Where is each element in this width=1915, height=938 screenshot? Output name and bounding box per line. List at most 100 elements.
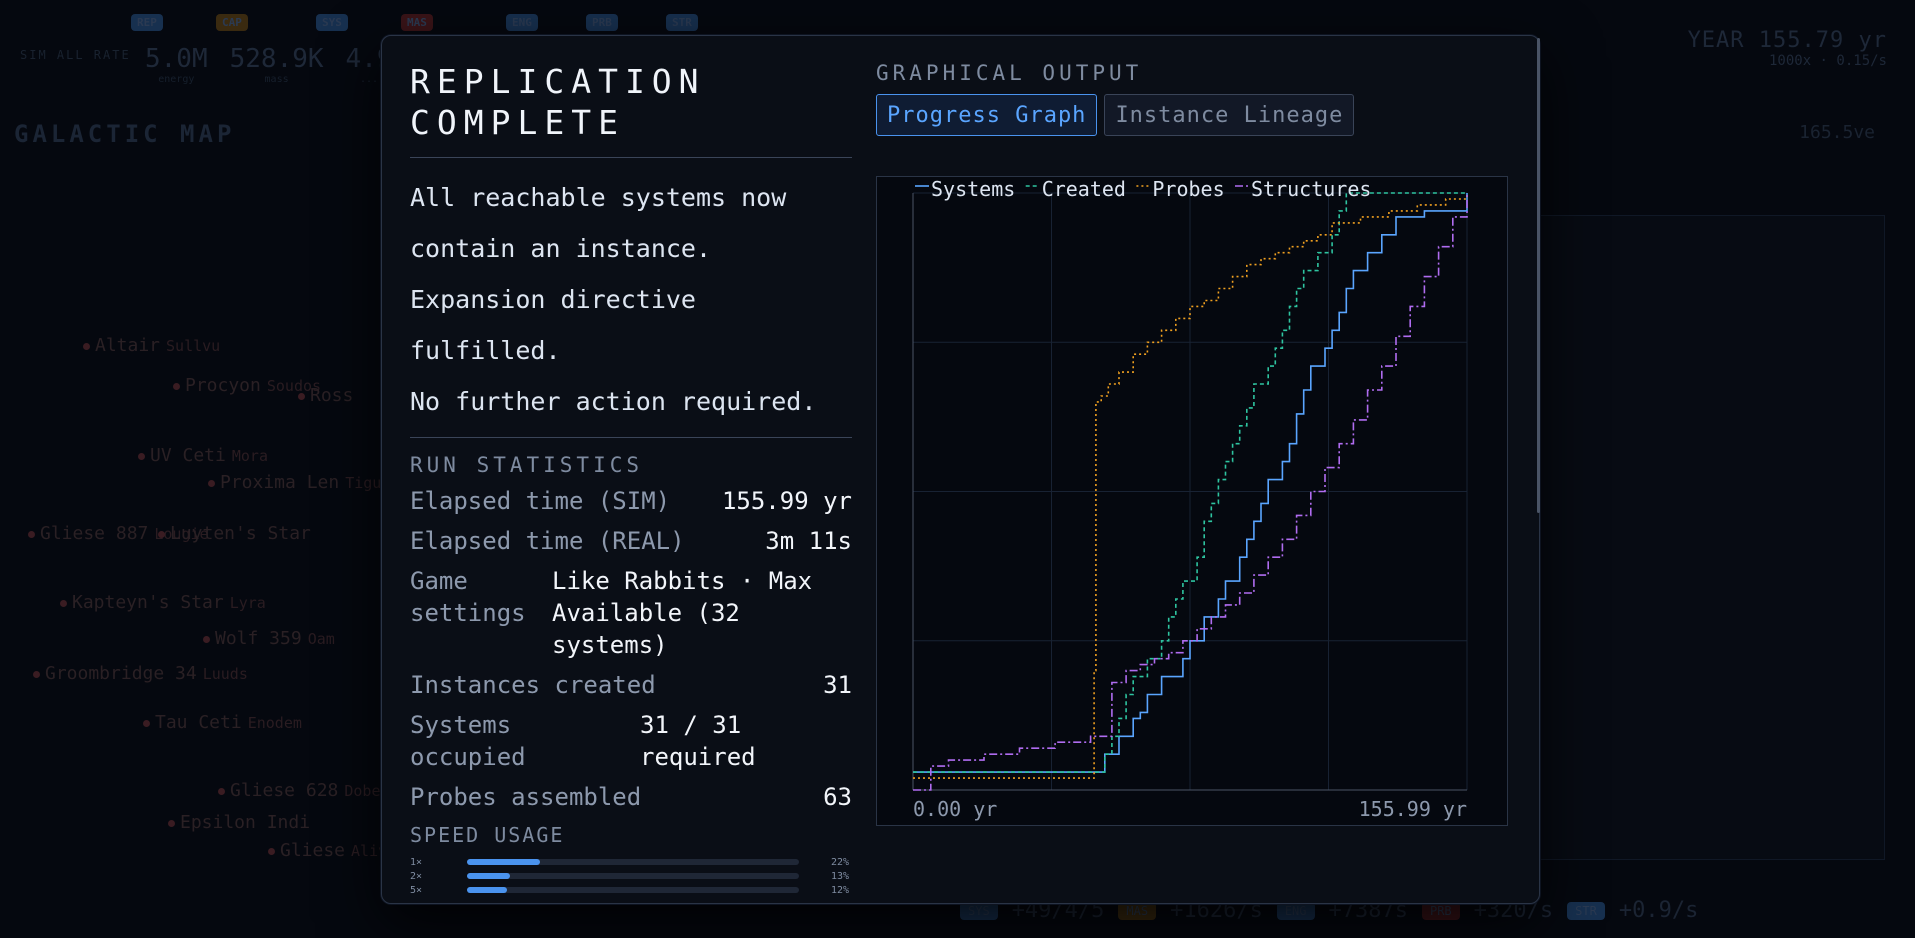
rate-chip: MAS (1118, 901, 1157, 920)
stat-value: Like Rabbits · Max Available (32 systems… (552, 567, 813, 659)
resource-chip: SYS (316, 14, 348, 31)
star-system[interactable]: UV Ceti Mora (138, 445, 268, 466)
speed-bar-fill (467, 859, 541, 865)
stat-key: Systems occupied (410, 711, 526, 771)
speed-bar-fill (467, 887, 507, 893)
message-line: All reachable systems now (410, 183, 787, 212)
side-panel (1540, 215, 1885, 860)
stat-key: Elapsed time (REAL) (410, 527, 685, 555)
star-name: Proxima Len (220, 472, 340, 493)
star-name: Gliese (280, 840, 346, 861)
star-name: Kapteyn's Star (72, 592, 224, 613)
rate-value: +0.9/s (1618, 898, 1699, 923)
stat-row-instances: Instances created 31 (410, 669, 852, 701)
message-line: fulfilled. (410, 336, 561, 365)
modal-scrollbar[interactable] (1537, 38, 1540, 513)
star-system[interactable]: Ross (297, 385, 359, 406)
hud-label: SIM ALL RATE (20, 48, 131, 62)
resource-value-unit: mass (264, 74, 289, 85)
star-name: Tau Ceti (155, 712, 242, 733)
star-name: Luyten's Star (170, 523, 311, 544)
stat-value: 3m 11s (765, 527, 852, 555)
star-system[interactable]: Altair Sullvu (82, 335, 221, 356)
graph-tabs: Progress Graph Instance Lineage (876, 94, 1508, 136)
resource-chip: REP (131, 14, 163, 31)
rate-chip: SYS (960, 901, 998, 920)
stat-row-real-time: Elapsed time (REAL) 3m 11s (410, 525, 852, 557)
stat-row-systems: Systems occupied 31 / 31 required (410, 709, 852, 773)
tab-progress-graph[interactable]: Progress Graph (876, 94, 1098, 136)
divider (410, 157, 852, 158)
speed-bar (467, 887, 799, 893)
speed-row: 5× 12% (410, 883, 852, 897)
message-line: contain an instance. (410, 234, 712, 263)
star-name: Gliese 887 (40, 523, 149, 544)
star-system[interactable]: Wolf 359 Oam (203, 628, 335, 649)
star-system[interactable]: Groombridge 34 Luuds (33, 663, 248, 684)
star-name: Gliese 628 (230, 780, 339, 801)
stat-row-game-settings: Game settings Like Rabbits · Max Availab… (410, 565, 852, 661)
resource-chip: MAS (401, 14, 433, 31)
resource-values: 5.0M energy 528.9K mass 4.9... (145, 44, 393, 85)
x-tick-label: 155.99 yr (1359, 797, 1467, 821)
stat-value: 63 (823, 783, 852, 811)
year-sub: 1000x · 0.15/s (1768, 53, 1887, 69)
star-owner: Oam (307, 630, 335, 648)
speed-row: 2× 13% (410, 869, 852, 883)
modal-title: REPLICATION COMPLETE (410, 61, 852, 143)
star-name: Wolf 359 (215, 628, 302, 649)
speed-label: 5× (410, 884, 423, 896)
star-name: Procyon (185, 375, 261, 396)
star-name: Ross (310, 385, 354, 406)
resource-chip: STR (666, 14, 698, 31)
star-owner: Lyra (229, 594, 266, 612)
star-system[interactable]: Kapteyn's Star Lyra (60, 592, 266, 613)
rate-chip: ENG (1276, 901, 1315, 920)
message-line: No further action required. (410, 387, 817, 416)
stat-row-probes: Probes assembled 63 (410, 781, 852, 813)
run-statistics-heading: RUN STATISTICS (410, 453, 644, 477)
resource-value-unit: energy (158, 74, 195, 85)
star-owner: Sullvu (166, 337, 221, 355)
x-tick-label: 0.00 yr (913, 797, 997, 821)
stat-key: Probes assembled (410, 783, 642, 811)
stat-value: 155.99 yr (721, 487, 852, 515)
game-screen: REP CAP SYS MAS ENG PRB STR SIM ALL RATE 5.0M e… (0, 0, 1915, 938)
tab-instance-lineage[interactable]: Instance Lineage (1104, 94, 1355, 136)
speed-pct: 12% (830, 884, 849, 896)
star-name: Altair (95, 335, 161, 356)
completion-message: All reachable systems now contain an ins… (410, 172, 852, 427)
stat-key: Instances created (410, 671, 656, 699)
year-label: YEAR 155.79 yr (1687, 28, 1887, 53)
speed-pct: 22% (830, 856, 849, 868)
resource-value-number: 5.0M (145, 44, 208, 74)
title-line-1: REPLICATION (410, 62, 706, 101)
star-name: Epsilon Indi (180, 812, 311, 833)
right-value: 165.5ve (1799, 122, 1875, 143)
speed-pct: 13% (830, 870, 849, 882)
stat-value: 31 / 31 required (640, 711, 756, 771)
title-line-2: COMPLETE (410, 103, 625, 142)
speed-label: 1× (410, 856, 423, 868)
star-owner: Mora (231, 447, 268, 465)
star-system[interactable]: Tau Ceti Enodem (143, 712, 302, 733)
legend-label: Systems (931, 177, 1015, 201)
star-name: Groombridge 34 (45, 663, 197, 684)
progress-chart-svg: Systems Created Probes Structures 0.00 yr 155… (912, 177, 1468, 821)
rate-chip: PRB (1421, 901, 1460, 920)
stat-key: Elapsed time (SIM) (410, 487, 671, 515)
stat-row-sim-time: Elapsed time (SIM) 155.99 yr (410, 485, 852, 517)
star-owner: Luuds (202, 665, 248, 683)
resource-value-number: 528.9K (229, 44, 324, 74)
star-system[interactable]: Epsilon Indi (167, 812, 316, 833)
resource-chip: PRB (586, 14, 618, 31)
speed-bar (467, 873, 799, 879)
message-line: Expansion directive (410, 285, 696, 314)
stat-key: Game settings (410, 567, 526, 627)
resource-chip: CAP (216, 14, 248, 31)
legend-label: Structures (1251, 177, 1371, 201)
speed-label: 2× (410, 870, 423, 882)
stat-value: 31 (823, 671, 852, 699)
star-system[interactable]: Luyten's Star (158, 523, 317, 544)
resource-value: 528.9K mass (230, 44, 324, 85)
